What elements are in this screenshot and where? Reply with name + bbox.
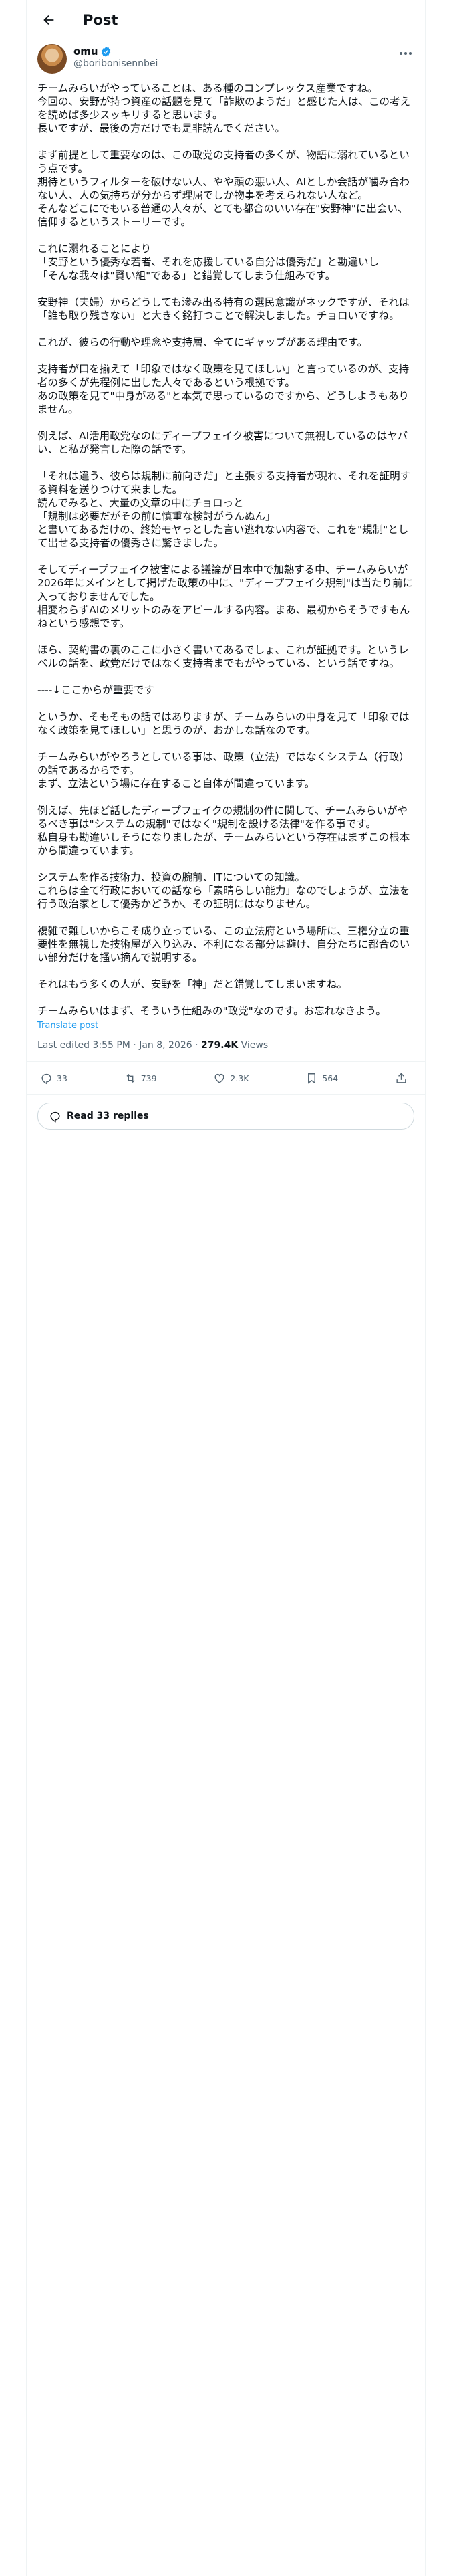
post-text-line: 「それは違う、彼らは規制に前向きだ」と主張する支持者が現れ、それを証明する資料を… xyxy=(37,470,411,496)
post-text-line: 「規制は必要だがその前に慎重な検討がうんぬん」 xyxy=(37,510,276,522)
bookmark-count: 564 xyxy=(322,1073,339,1083)
post-text-line: 例えば、AI活用政党なのにディープフェイク被害について無視しているのはヤバい、と… xyxy=(37,430,408,455)
post-text-line: それはもう多くの人が、安野を「神」だと錯覚してしまいますね。 xyxy=(37,978,347,990)
post-text-line: ほら、契約書の裏のここに小さく書いてあるでしょ、これが証拠です。というレベルの話… xyxy=(37,644,409,669)
bookmark-icon xyxy=(308,1073,316,1084)
post-text-line: 複雑で難しいからこそ成り立っている、この立法府という場所に、三権分立の重要性を無… xyxy=(37,925,410,964)
post-text-line: まず、立法という場に存在すること自体が間違っています。 xyxy=(37,778,315,790)
post-text-line: 長いですが、最後の方だけでも是非読んでください。 xyxy=(37,122,285,134)
top-bar: Post xyxy=(27,0,425,40)
post-meta: Last edited 3:55 PM · Jan 8, 2026 · 279.… xyxy=(27,1031,425,1062)
post-text-line: そんなどこにでもいる普通の人々が、とても都合のいい存在"安野神"に出会い、信仰す… xyxy=(37,203,408,228)
like-count: 2.3K xyxy=(230,1073,249,1083)
read-replies-button[interactable]: Read 33 replies xyxy=(37,1103,414,1130)
bookmark-button[interactable]: 564 xyxy=(305,1072,338,1085)
back-button[interactable] xyxy=(37,9,60,31)
post-text: チームみらいがやっていることは、ある種のコンプレックス産業ですね。今回の、安野が… xyxy=(27,79,425,1018)
more-options-button[interactable] xyxy=(397,47,414,60)
share-button[interactable] xyxy=(395,1072,412,1085)
post-text-line: 例えば、先ほど話したディープフェイクの規制の件に関して、チームみらいがやるべき事… xyxy=(37,804,408,830)
repost-icon xyxy=(126,1073,135,1083)
repost-count: 739 xyxy=(140,1073,157,1083)
post-text-line: これが、彼らの行動や理念や支持層、全てにギャップがある理由です。 xyxy=(37,336,368,348)
post-text-line: 相変わらずAIのメリットのみをアピールする内容。まあ、最初からそうですもんねとい… xyxy=(37,604,410,629)
action-bar: 33 739 2.3K 564 xyxy=(27,1062,425,1095)
post-text-line: システムを作る技術力、投資の腕前、ITについての知識。 xyxy=(37,871,305,883)
arrow-left-icon xyxy=(43,15,54,25)
views-label: Views xyxy=(238,1040,269,1051)
page-title: Post xyxy=(83,12,118,28)
post-text-line: というか、そもそもの話ではありますが、チームみらいの中身を見て「印象ではなく政策… xyxy=(37,711,410,736)
post-text-line: 私自身も勘違いしそうになりましたが、チームみらいという存在はまずこの根本から間違… xyxy=(37,831,410,857)
post-column: Post omu @boribonisennbei チームみらいがやっていること… xyxy=(26,0,426,2576)
post-text-line: 期待というフィルターを破けない人、やや頭の悪い人、AIとしか会話が噛み合わない人… xyxy=(37,176,410,201)
post-text-line: 「安野という優秀な若者、それを応援している自分は優秀だ」と勘違いし xyxy=(37,256,380,268)
post-text-line: あの政策を見て"中身がある"と本気で思っているのですから、どうしようもありません… xyxy=(37,390,409,415)
like-button[interactable]: 2.3K xyxy=(213,1072,249,1085)
post-text-line: 読んでみると、大量の文章の中にチョロっと xyxy=(37,497,244,509)
chat-bubble-icon xyxy=(50,1111,60,1123)
read-replies-label: Read 33 replies xyxy=(67,1111,149,1121)
verified-badge-icon xyxy=(101,46,110,57)
author-names: omu @boribonisennbei xyxy=(73,44,158,69)
reply-count: 33 xyxy=(57,1073,67,1083)
post-text-line: これに溺れることにより xyxy=(37,243,152,255)
read-replies-section: Read 33 replies xyxy=(27,1095,425,1138)
post-text-line: まず前提として重要なのは、この政党の支持者の多くが、物語に溺れているという点です… xyxy=(37,149,410,175)
translate-post-link[interactable]: Translate post xyxy=(27,1018,425,1031)
post-text-line: そしてディープフェイク被害による議論が日本中で加熱する中、チームみらいが2026… xyxy=(37,564,413,603)
views-count: 279.4K xyxy=(201,1040,239,1051)
post-text-line: 「そんな我々は"賢い組"である」と錯覚してしまう仕組みです。 xyxy=(37,270,336,282)
post-text-line: と書いてあるだけの、終始モヤっとした言い逃れない内容で、これを"規制"として出せ… xyxy=(37,524,409,549)
edited-timestamp[interactable]: Last edited 3:55 PM · Jan 8, 2026 xyxy=(37,1040,192,1051)
heart-icon xyxy=(214,1073,224,1083)
author-row: omu @boribonisennbei xyxy=(27,40,425,79)
reply-icon xyxy=(41,1073,51,1085)
post-text-line: チームみらいがやろうとしている事は、政策（立法）ではなくシステム（行政）の話であ… xyxy=(37,751,410,776)
share-icon xyxy=(396,1072,406,1083)
post-text-line: 支持者が口を揃えて「印象ではなく政策を見てほしい」と言っているのが、支持者の多く… xyxy=(37,363,410,389)
post-text-line: 安野神（夫婦）からどうしても滲み出る特有の選民意識がネックですが、それは「誰も取… xyxy=(37,296,410,322)
post-text-line: これらは全て行政においての話なら「素晴らしい能力」なのでしょうが、立法を行う政治… xyxy=(37,885,410,910)
post-text-line: ----↓ここからが重要です xyxy=(37,684,154,696)
user-handle[interactable]: @boribonisennbei xyxy=(73,58,158,69)
post-text-line: 今回の、安野が持つ資産の話題を見て「詐欺のようだ」と感じた人は、この考えを読めば… xyxy=(37,96,411,121)
post-text-line: チームみらいはまず、そういう仕組みの"政党"なのです。お忘れなきよう。 xyxy=(37,1005,386,1017)
avatar[interactable] xyxy=(37,44,67,74)
repost-button[interactable]: 739 xyxy=(124,1072,157,1085)
display-name[interactable]: omu xyxy=(73,45,98,58)
post-text-line: チームみらいがやっていることは、ある種のコンプレックス産業ですね。 xyxy=(37,82,378,94)
reply-button[interactable]: 33 xyxy=(40,1072,67,1085)
